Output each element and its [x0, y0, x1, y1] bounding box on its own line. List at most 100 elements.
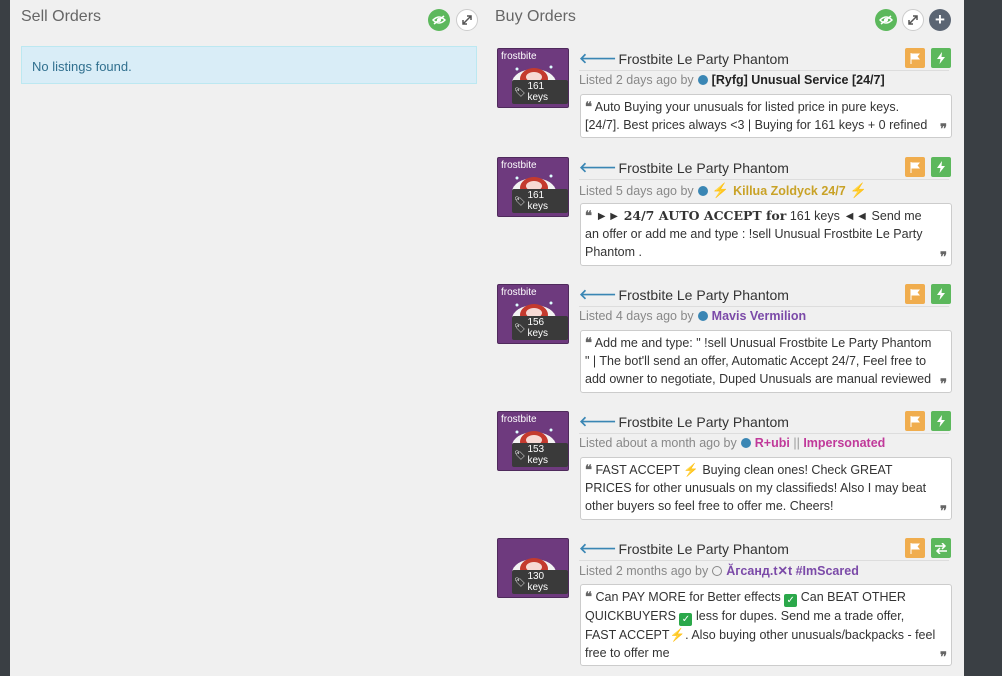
price-tag: 🏷 161 keys [512, 189, 568, 213]
listing-comment: ❝ ►► 24/7 AUTO ACCEPT for 161 keys ◄◄ Se… [580, 203, 952, 266]
item-name[interactable]: 🡐 Frostbite Le Party Phantom [579, 286, 789, 303]
empty-listings-alert: No listings found. [21, 46, 477, 84]
price-tag: 🏷 153 keys [512, 443, 568, 467]
price-value: 153 keys [527, 444, 548, 466]
status-dot-icon [697, 311, 708, 321]
flag-icon [910, 542, 920, 554]
listed-info: Listed 2 days ago by [Ryfg] Unusual Servi… [579, 73, 885, 87]
item-image[interactable]: frostbite 🏷 153 keys [497, 411, 569, 471]
listed-text: Listed 4 days ago by [579, 309, 694, 323]
listing-comment: ❝ Can PAY MORE for Better effects ✓ Can … [580, 584, 952, 666]
plus-icon[interactable]: + [929, 9, 951, 31]
eye-icon[interactable] [875, 9, 897, 31]
buy-listing: frostbite 🏷 156 keys 🡐 Frostbite Le Party … [497, 284, 955, 404]
listed-info: Listed 5 days ago by ⚡ Killua Zoldyck 24/7… [579, 182, 867, 199]
price-value: 161 keys [527, 81, 548, 103]
listed-text: Listed 2 months ago by [579, 563, 709, 578]
flag-button[interactable] [905, 48, 925, 68]
item-name-text: Frostbite Le Party Phantom [618, 413, 789, 430]
listing-comment: ❝ Auto Buying your unusuals for listed p… [580, 94, 952, 138]
lightning-emoji-icon: ⚡ [683, 463, 699, 477]
user-link[interactable]: [Ryfg] Unusual Service [24/7] [712, 73, 885, 87]
listed-text: Listed about a month ago by [579, 436, 737, 450]
quote-close-icon: ❞ [940, 503, 947, 518]
price-value: 130 keys [527, 571, 548, 593]
divider [579, 179, 949, 180]
arrow-left-icon: 🡐 [579, 413, 617, 429]
flag-button[interactable] [905, 157, 925, 177]
item-name[interactable]: 🡐 Frostbite Le Party Phantom [579, 540, 789, 557]
comment-text-bold: 24/7 AUTO ACCEPT for [623, 208, 787, 223]
flag-button[interactable] [905, 411, 925, 431]
comment-text: FAST ACCEPT [595, 463, 680, 477]
expand-icon[interactable] [456, 9, 478, 31]
expand-icon[interactable] [902, 9, 924, 31]
buy-orders-panel: Buy Orders + frostbite 🏷 161 keys 🡐 Frostb… [488, 0, 964, 676]
tag-icon: 🏷 [514, 576, 526, 587]
divider [579, 560, 949, 561]
item-image[interactable]: frostbite 🏷 161 keys [497, 157, 569, 217]
divider [579, 70, 949, 71]
quick-trade-button[interactable] [931, 157, 951, 177]
quote-open-icon: ❝ [585, 99, 592, 114]
item-name[interactable]: 🡐 Frostbite Le Party Phantom [579, 159, 789, 176]
divider [579, 433, 949, 434]
item-name[interactable]: 🡐 Frostbite Le Party Phantom [579, 50, 789, 67]
quote-open-icon: ❝ [585, 335, 592, 350]
quote-close-icon: ❞ [940, 121, 947, 136]
item-name-text: Frostbite Le Party Phantom [618, 286, 789, 303]
check-icon: ✓ [679, 613, 693, 626]
lightning-emoji-icon: ⚡ [711, 182, 730, 198]
listed-info: Listed 4 days ago by Mavis Vermilion [579, 309, 806, 323]
item-image[interactable]: 🏷 130 keys [497, 538, 569, 598]
user-link[interactable]: Ăгсанд.t✕t #ImScared [726, 563, 859, 578]
bolt-icon [937, 288, 945, 300]
flag-button[interactable] [905, 284, 925, 304]
buy-listing: 🏷 130 keys 🡐 Frostbite Le Party Phantom Li… [497, 538, 955, 666]
arrow-left-icon: 🡐 [579, 286, 617, 302]
price-tag: 🏷 156 keys [512, 316, 568, 340]
price-tag: 🏷 161 keys [512, 80, 568, 104]
user-name-part: Impersonated [803, 436, 886, 450]
tag-icon: 🏷 [514, 322, 526, 333]
quick-trade-button[interactable] [931, 284, 951, 304]
listing-comment: ❝ Add me and type: " !sell Unusual Frost… [580, 330, 952, 393]
item-image[interactable]: frostbite 🏷 161 keys [497, 48, 569, 108]
lightning-emoji-icon: ⚡ [849, 182, 868, 198]
quote-open-icon: ❝ [585, 208, 592, 223]
quote-close-icon: ❞ [940, 649, 947, 664]
item-name-text: Frostbite Le Party Phantom [618, 50, 789, 67]
sell-orders-title: Sell Orders [21, 8, 102, 25]
listed-info: Listed 2 months ago by Ăгсанд.t✕t #ImScar… [579, 563, 859, 579]
buy-listing: frostbite 🏷 161 keys 🡐 Frostbite Le Party … [497, 48, 955, 168]
comment-text: Add me and type: " !sell Unusual Frostbi… [585, 336, 932, 386]
status-dot-icon [697, 185, 708, 196]
flag-icon [910, 161, 920, 173]
item-image[interactable]: frostbite 🏷 156 keys [497, 284, 569, 344]
price-value: 156 keys [527, 317, 548, 339]
exchange-icon [935, 542, 947, 554]
arrow-left-icon: 🡐 [579, 540, 617, 556]
bolt-icon [937, 52, 945, 64]
user-link[interactable]: R+ubi || Impersonated [755, 436, 886, 450]
item-name[interactable]: 🡐 Frostbite Le Party Phantom [579, 413, 789, 430]
eye-icon[interactable] [428, 9, 450, 31]
flag-icon [910, 288, 920, 300]
lightning-emoji-icon: ⚡ [669, 628, 686, 642]
check-icon: ✓ [784, 594, 798, 607]
item-name-text: Frostbite Le Party Phantom [618, 159, 789, 176]
quick-trade-button[interactable] [931, 411, 951, 431]
flag-button[interactable] [905, 538, 925, 558]
buy-listing: frostbite 🏷 153 keys 🡐 Frostbite Le Party … [497, 411, 955, 531]
user-link[interactable]: Mavis Vermilion [712, 309, 806, 323]
quick-trade-button[interactable] [931, 48, 951, 68]
status-dot-icon [712, 565, 723, 576]
arrow-left-icon: 🡐 [579, 50, 617, 66]
comment-text: Auto Buying your unusuals for listed pri… [585, 100, 928, 132]
user-link[interactable]: Killua Zoldyck 24/7 [733, 184, 846, 198]
send-trade-offer-button[interactable] [931, 538, 951, 558]
bolt-icon [937, 161, 945, 173]
quote-close-icon: ❞ [940, 376, 947, 391]
listing-comment: ❝ FAST ACCEPT ⚡ Buying clean ones! Check… [580, 457, 952, 520]
buy-orders-title: Buy Orders [495, 8, 576, 25]
